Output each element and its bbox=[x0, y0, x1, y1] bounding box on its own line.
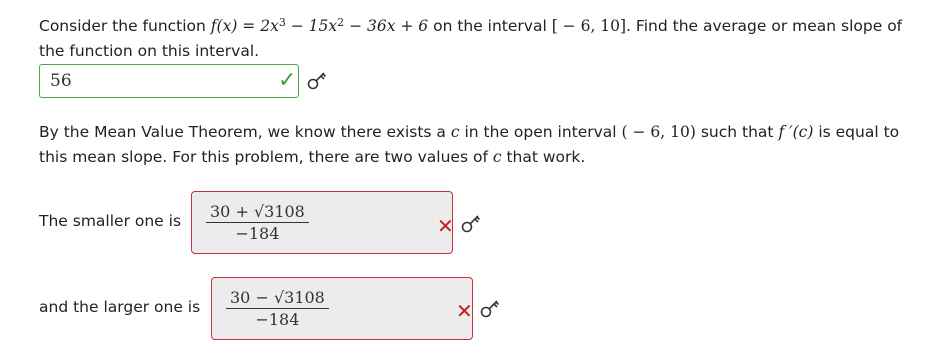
larger-answer-input[interactable]: 30 − √3108 −184 bbox=[211, 277, 473, 340]
larger-fraction: 30 − √3108 −184 bbox=[226, 288, 329, 329]
derivative-expression: f ′(c) bbox=[778, 123, 814, 141]
var-c-2: c bbox=[492, 148, 502, 166]
x-icon: ✕ bbox=[437, 214, 454, 238]
smaller-denominator: −184 bbox=[235, 224, 280, 243]
exponent-2: 2 bbox=[337, 16, 345, 29]
q2-text2: in the open interval bbox=[459, 123, 622, 141]
q2-text1: By the Mean Value Theorem, we know there… bbox=[39, 123, 451, 141]
open-interval: ( − 6, 10) bbox=[621, 123, 696, 141]
larger-label: and the larger one is bbox=[39, 298, 201, 316]
q1-mid: on the interval bbox=[428, 17, 552, 35]
q2-text5: that work. bbox=[501, 148, 586, 166]
smaller-answer-input[interactable]: 30 + √3108 −184 bbox=[191, 191, 453, 254]
smaller-fraction: 30 + √3108 −184 bbox=[206, 202, 309, 243]
var-c: c bbox=[450, 123, 460, 141]
function-definition: f(x) = 2x bbox=[210, 17, 279, 35]
key-icon[interactable] bbox=[306, 70, 328, 92]
exponent-3: 3 bbox=[278, 16, 286, 29]
average-slope-input[interactable]: 56 bbox=[39, 64, 299, 98]
key-icon[interactable] bbox=[460, 213, 482, 235]
q1-intro: Consider the function bbox=[39, 17, 211, 35]
average-slope-value: 56 bbox=[50, 71, 72, 91]
closed-interval: [ − 6, 10] bbox=[551, 17, 627, 35]
larger-denominator: −184 bbox=[255, 310, 300, 329]
check-icon: ✓ bbox=[278, 68, 297, 93]
function-term-3: − 36x + 6 bbox=[344, 17, 429, 35]
x-icon: ✕ bbox=[456, 299, 473, 323]
smaller-numerator: 30 + √3108 bbox=[206, 202, 309, 223]
larger-numerator: 30 − √3108 bbox=[226, 288, 329, 309]
q2-text3: such that bbox=[695, 123, 779, 141]
function-term-2: − 15x bbox=[285, 17, 338, 35]
question-1-text: Consider the function f(x) = 2x3 − 15x2 … bbox=[39, 14, 919, 64]
question-2-text: By the Mean Value Theorem, we know there… bbox=[39, 120, 919, 170]
key-icon[interactable] bbox=[479, 298, 501, 320]
smaller-label: The smaller one is bbox=[39, 212, 182, 230]
